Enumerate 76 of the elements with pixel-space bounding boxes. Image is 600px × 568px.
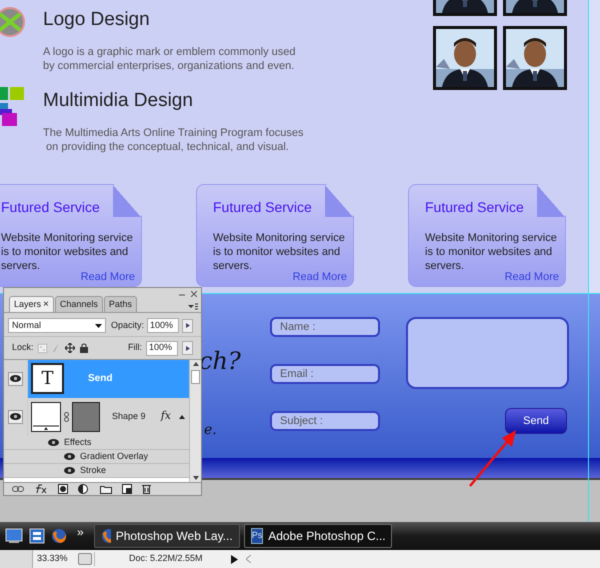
service-description: The Multimedia Arts Online Training Program focuses on providing the conceptual, technical, and visual. bbox=[43, 126, 304, 154]
layer-row[interactable]: T Send bbox=[28, 360, 189, 398]
zoom-level: 33.33% bbox=[36, 552, 69, 566]
fx-icon[interactable] bbox=[34, 484, 48, 494]
lock-label: Lock: bbox=[12, 341, 34, 354]
input-field[interactable]: Email : bbox=[270, 364, 380, 384]
tab-close-icon[interactable]: × bbox=[43, 297, 49, 312]
card-title: Futured Service bbox=[213, 198, 312, 216]
message-field[interactable] bbox=[406, 317, 569, 389]
scroll-up-icon[interactable] bbox=[192, 360, 198, 368]
firefox-icon[interactable] bbox=[51, 528, 67, 544]
move-icon[interactable] bbox=[64, 343, 75, 353]
scroll-thumb[interactable] bbox=[191, 370, 200, 384]
panel-menu-icon[interactable] bbox=[188, 303, 198, 310]
checker-icon[interactable] bbox=[38, 344, 47, 352]
effect-name: Stroke bbox=[80, 464, 106, 477]
service-title: Multimidia Design bbox=[43, 90, 194, 112]
eye-icon[interactable] bbox=[10, 413, 21, 420]
stepper-button[interactable] bbox=[182, 341, 193, 355]
fill-field[interactable]: 100% bbox=[146, 340, 178, 356]
eye-icon[interactable] bbox=[10, 375, 21, 382]
opacity-field[interactable]: 100% bbox=[147, 318, 180, 333]
taskbar-button[interactable]: Ps Adobe Photoshop C... bbox=[244, 524, 392, 548]
play-icon[interactable] bbox=[230, 554, 238, 564]
input-field[interactable]: Name : bbox=[270, 317, 380, 337]
arrow-annotation bbox=[469, 430, 516, 487]
desktop-icon[interactable] bbox=[5, 528, 23, 544]
text-layer-thumbnail: T bbox=[31, 363, 64, 394]
folder-icon[interactable] bbox=[100, 484, 112, 494]
link-icon[interactable] bbox=[64, 412, 69, 422]
panel-tab[interactable]: Layers × bbox=[9, 296, 54, 312]
eye-icon[interactable] bbox=[64, 467, 75, 474]
blend-mode-dropdown[interactable]: Normal bbox=[8, 318, 106, 333]
photoshop-icon: Ps bbox=[250, 528, 264, 544]
card-title: Futured Service bbox=[425, 198, 524, 216]
service-description: A logo is a graphic mark or emblem commonly used by commercial enterprises, organizations and even. bbox=[43, 45, 296, 73]
tagline-text: e. bbox=[204, 421, 217, 440]
windows-icon[interactable] bbox=[29, 528, 45, 544]
card-title: Futured Service bbox=[1, 198, 100, 216]
adjustment-icon[interactable] bbox=[78, 484, 90, 494]
service-title: Logo Design bbox=[43, 9, 151, 31]
chevron-icon[interactable]: » bbox=[71, 523, 90, 541]
scroll-down-icon[interactable] bbox=[192, 474, 198, 482]
mask-thumbnail bbox=[72, 402, 100, 432]
trash-icon[interactable] bbox=[142, 484, 151, 494]
panel-tab[interactable]: Paths bbox=[104, 296, 137, 312]
play-icon bbox=[186, 346, 190, 350]
effect-name: Gradient Overlay bbox=[80, 450, 148, 463]
squares-icon bbox=[0, 87, 27, 127]
new-layer-icon[interactable] bbox=[122, 484, 132, 494]
send-button[interactable]: Send bbox=[505, 408, 567, 434]
eye-icon[interactable] bbox=[64, 453, 75, 460]
status-icon bbox=[78, 553, 92, 565]
input-field[interactable]: Subject : bbox=[270, 411, 380, 431]
play-icon bbox=[186, 323, 190, 328]
opacity-label: Opacity: bbox=[111, 318, 144, 332]
stepper-button[interactable] bbox=[182, 318, 194, 332]
layer-row[interactable]: Shape 9 fx bbox=[28, 398, 189, 436]
scrollbar[interactable] bbox=[189, 360, 201, 482]
close-icon[interactable] bbox=[191, 290, 197, 296]
eye-icon[interactable] bbox=[48, 439, 59, 446]
fx-icon[interactable]: fx bbox=[160, 408, 171, 425]
effects-label: Effects bbox=[64, 436, 92, 449]
fill-label: Fill: bbox=[128, 341, 142, 354]
taskbar-button[interactable]: Photoshop Web Lay... bbox=[94, 524, 240, 548]
layer-name: Shape 9 bbox=[112, 410, 146, 423]
expand-icon[interactable] bbox=[179, 414, 185, 418]
mask-icon[interactable] bbox=[58, 484, 68, 494]
firefox-icon[interactable] bbox=[100, 528, 111, 544]
link-icon[interactable] bbox=[12, 486, 24, 492]
shape-thumbnail bbox=[31, 402, 61, 432]
panel-tab[interactable]: Channels bbox=[54, 296, 103, 312]
layer-name: Send bbox=[88, 372, 112, 386]
lock-icon[interactable] bbox=[80, 343, 88, 353]
document-size: Doc: 5.22M/2.55M bbox=[94, 552, 227, 566]
caret-icon bbox=[95, 324, 102, 328]
